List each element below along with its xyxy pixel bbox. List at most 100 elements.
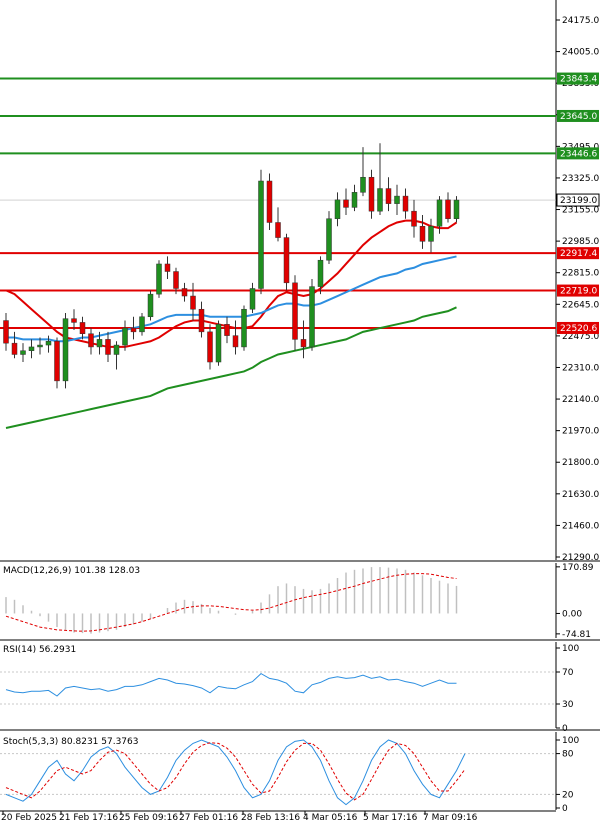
price-tick-label: 22140.0 <box>562 395 599 405</box>
level-label-5: 22520.6 <box>560 324 597 334</box>
candle-body <box>28 346 35 351</box>
candle-body <box>232 335 239 348</box>
level-label-4: 22719.0 <box>560 287 597 297</box>
candle-body <box>453 199 460 219</box>
price-tick-label: 21800.0 <box>562 458 599 468</box>
candle-body <box>96 339 103 348</box>
candle-body <box>79 322 86 334</box>
rsi-tick-label: 100 <box>562 644 579 654</box>
candle-body <box>45 341 52 346</box>
price-tick-label: 21970.0 <box>562 427 599 437</box>
candle-body <box>130 327 137 333</box>
time-tick-label: 20 Feb 2025 <box>1 813 57 823</box>
price-panel: 24175.024005.023835.023665.023495.023325… <box>0 0 600 563</box>
candle-body <box>258 180 264 289</box>
candle-body <box>351 192 358 208</box>
candle-body <box>20 350 26 355</box>
candle-body <box>156 263 162 295</box>
rsi-line-0 <box>5 672 457 697</box>
stoch-tick-label: 100 <box>562 736 579 746</box>
chart-root: 24175.024005.023835.023665.023495.023325… <box>0 0 600 829</box>
price-tick-label: 21630.0 <box>562 490 599 500</box>
candle-body <box>71 318 77 323</box>
candle-body <box>164 263 171 272</box>
candle-body <box>190 295 196 310</box>
candle-body <box>88 333 94 348</box>
price-tick-label: 24005.0 <box>562 48 599 58</box>
candle-body <box>300 339 307 348</box>
level-label-0: 23843.4 <box>560 75 597 85</box>
candle-body <box>198 308 205 333</box>
candle-body <box>326 218 332 261</box>
stoch-tick-label: 80 <box>562 750 574 760</box>
candle-body <box>54 341 60 382</box>
macd-tick-label: -74.81 <box>562 630 591 640</box>
price-tick-label: 23155.0 <box>562 206 599 216</box>
candle-body <box>445 199 451 219</box>
candle-body <box>241 308 247 348</box>
stoch-title: Stoch(5,3,3) 80.8231 57.3763 <box>3 737 138 747</box>
time-tick-label: 25 Feb 09:16 <box>119 813 178 823</box>
candle-body <box>411 210 417 227</box>
stoch-tick-label: 20 <box>562 790 574 800</box>
candle-body <box>37 344 43 348</box>
current-price-label: 23199.0 <box>560 196 597 206</box>
level-label-2: 23446.6 <box>560 149 597 159</box>
candle-body <box>275 222 281 238</box>
price-plot-bg <box>0 0 556 560</box>
time-tick-label: 7 Mar 09:16 <box>423 813 478 823</box>
candle-body <box>122 327 128 346</box>
candle-body <box>385 188 392 204</box>
time-axis: 20 Feb 2025 21 Feb 17:16 25 Feb 09:16 27 Fe… <box>1 811 478 823</box>
candle-body <box>215 324 222 363</box>
price-tick-label: 22985.0 <box>562 237 599 247</box>
time-tick-label: 4 Mar 05:16 <box>303 813 358 823</box>
price-tick-label: 22645.0 <box>562 300 599 310</box>
rsi-panel: RSI(14) 56.2931 100 70 30 0 <box>0 642 600 734</box>
candle-body <box>419 226 426 242</box>
candle-body <box>207 331 213 363</box>
candle-body <box>402 195 409 212</box>
rsi-tick-label: 0 <box>562 724 568 734</box>
candle-body <box>173 271 179 289</box>
time-tick-label: 27 Feb 01:16 <box>179 813 238 823</box>
macd-panel: MACD(12,26,9) 101.38 128.03 170.89 0.00 -74… <box>0 563 600 641</box>
candle-body <box>377 188 383 212</box>
stoch-panel: Stoch(5,3,3) 80.8231 57.3763 100 80 20 0 <box>0 732 579 814</box>
rsi-title: RSI(14) 56.2931 <box>3 645 76 655</box>
price-tick-label: 22815.0 <box>562 269 599 279</box>
rsi-tick-label: 30 <box>562 700 574 710</box>
candle-body <box>368 176 375 212</box>
candle-body <box>249 288 256 310</box>
candle-body <box>436 199 443 227</box>
candle-body <box>394 195 400 204</box>
level-label-3: 22917.4 <box>560 249 597 259</box>
price-tick-label: 24175.0 <box>562 16 599 26</box>
candle-body <box>181 288 188 297</box>
macd-title: MACD(12,26,9) 101.38 128.03 <box>3 566 140 576</box>
level-label-1: 23645.0 <box>560 112 597 122</box>
candle-body <box>428 226 434 242</box>
candle-body <box>334 199 341 219</box>
candle-body <box>139 316 145 333</box>
stoch-line-0 <box>5 739 466 806</box>
stoch-tick-label: 0 <box>562 804 568 814</box>
rsi-tick-label: 70 <box>562 668 574 678</box>
candle-body <box>147 293 154 318</box>
candle-body <box>309 286 315 348</box>
candle-body <box>105 339 111 355</box>
macd-tick-label: 170.89 <box>562 563 594 573</box>
price-tick-label: 22310.0 <box>562 363 599 373</box>
time-tick-label: 28 Feb 13:16 <box>241 813 300 823</box>
candle-body <box>266 180 273 223</box>
candle-body <box>343 199 349 208</box>
price-tick-label: 21460.0 <box>562 521 599 531</box>
macd-tick-label: 0.00 <box>562 609 582 619</box>
time-tick-label: 21 Feb 17:16 <box>59 813 118 823</box>
candle-body <box>11 342 18 355</box>
candle-body <box>224 324 230 336</box>
candle-body <box>283 237 290 284</box>
candle-body <box>3 320 9 344</box>
candle-body <box>360 176 366 193</box>
price-tick-label: 23325.0 <box>562 174 599 184</box>
